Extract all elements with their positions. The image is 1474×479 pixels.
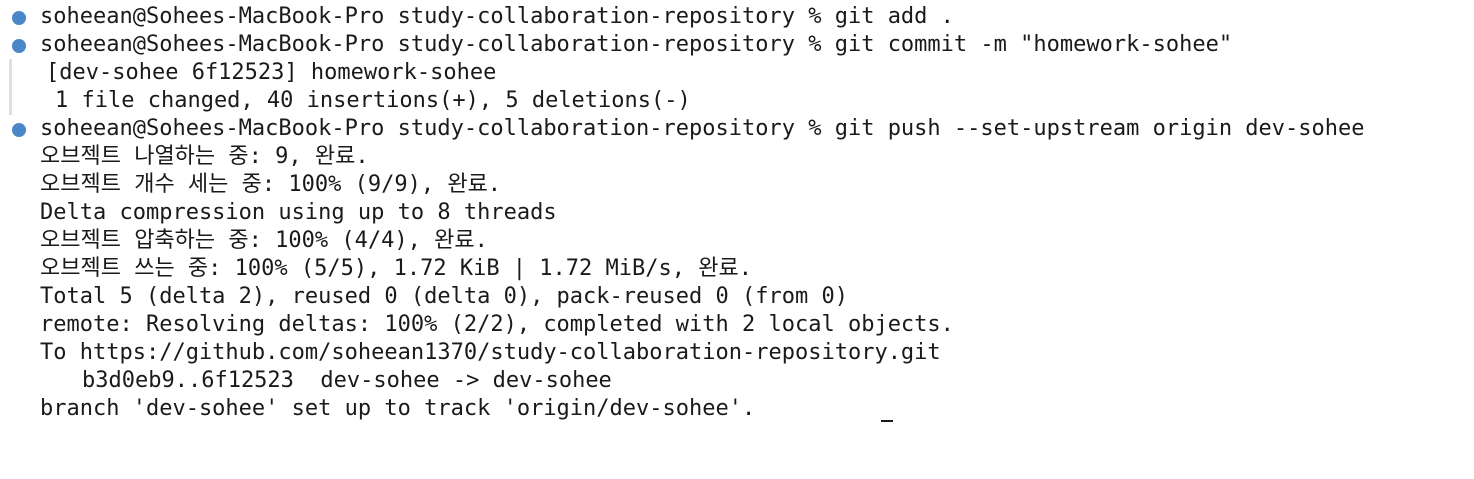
output-line: 오브젝트 나열하는 중: 9, 완료. [0,143,1474,171]
output-text: b3d0eb9..6f12523 dev-sohee -> dev-sohee [82,368,612,393]
command-text: soheean@Sohees-MacBook-Pro study-collabo… [40,32,1233,57]
output-line: [dev-sohee 6f12523] homework-sohee [0,59,1474,87]
command-line-git-commit: soheean@Sohees-MacBook-Pro study-collabo… [0,31,1474,59]
output-line: Total 5 (delta 2), reused 0 (delta 0), p… [0,283,1474,311]
output-line: 오브젝트 압축하는 중: 100% (4/4), 완료. [0,227,1474,255]
command-text: soheean@Sohees-MacBook-Pro study-collabo… [40,4,954,29]
output-line: 오브젝트 쓰는 중: 100% (5/5), 1.72 KiB | 1.72 M… [0,255,1474,283]
prompt-marker-icon[interactable] [12,39,26,53]
output-line: To https://github.com/soheean1370/study-… [0,339,1474,367]
output-text: 오브젝트 개수 세는 중: 100% (9/9), 완료. [40,172,502,197]
output-text: [dev-sohee 6f12523] homework-sohee [46,60,497,85]
terminal-window[interactable]: soheean@Sohees-MacBook-Pro study-collabo… [0,0,1474,424]
output-text: 오브젝트 나열하는 중: 9, 완료. [40,144,369,169]
command-text: soheean@Sohees-MacBook-Pro study-collabo… [40,116,1365,141]
command-line-git-add: soheean@Sohees-MacBook-Pro study-collabo… [0,3,1474,31]
output-line: remote: Resolving deltas: 100% (2/2), co… [0,311,1474,339]
output-text: branch 'dev-sohee' set up to track 'orig… [40,396,756,421]
output-line: Delta compression using up to 8 threads [0,199,1474,227]
output-text: 오브젝트 쓰는 중: 100% (5/5), 1.72 KiB | 1.72 M… [40,256,752,281]
output-text: 1 file changed, 40 insertions(+), 5 dele… [55,88,691,113]
remote-url-text: To https://github.com/soheean1370/study-… [40,340,941,365]
output-line: b3d0eb9..6f12523 dev-sohee -> dev-sohee [0,367,1474,395]
output-line: 오브젝트 개수 세는 중: 100% (9/9), 완료. [0,171,1474,199]
output-line: 1 file changed, 40 insertions(+), 5 dele… [0,87,1474,115]
output-text: 오브젝트 압축하는 중: 100% (4/4), 완료. [40,228,488,253]
output-text: remote: Resolving deltas: 100% (2/2), co… [40,312,954,337]
prompt-marker-icon[interactable] [12,11,26,25]
command-line-git-push: soheean@Sohees-MacBook-Pro study-collabo… [0,115,1474,143]
output-text: Delta compression using up to 8 threads [40,200,557,225]
prompt-marker-icon[interactable] [12,123,26,137]
output-text: Total 5 (delta 2), reused 0 (delta 0), p… [40,284,848,309]
text-cursor [881,420,893,422]
output-line: branch 'dev-sohee' set up to track 'orig… [0,395,1474,423]
